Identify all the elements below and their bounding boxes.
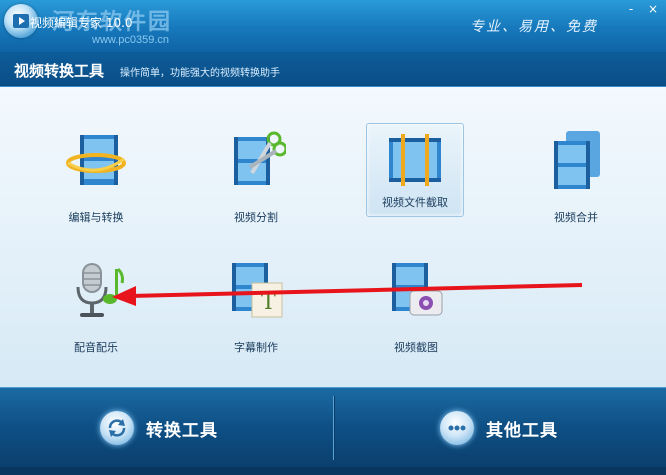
film-scissors-icon <box>234 131 286 185</box>
tool-label: 配音配乐 <box>74 341 118 354</box>
tool-label: 编辑与转换 <box>68 211 124 224</box>
tool-edit-convert[interactable]: 编辑与转换 <box>46 129 146 225</box>
microphone-music-icon <box>76 263 124 317</box>
convert-tools-button[interactable]: 转换工具 <box>100 398 218 458</box>
svg-text:T: T <box>261 290 276 315</box>
tool-label: 视频截图 <box>394 341 438 354</box>
window-controls: - × <box>622 2 662 16</box>
section-header: 视频转换工具 操作简单，功能强大的视频转换助手 <box>0 52 666 87</box>
app-logo-icon <box>13 14 29 28</box>
tool-video-crop[interactable]: 视频文件截取 <box>366 123 464 217</box>
title-bar: 河东软件园 视频编辑专家 10.0 www.pc0359.cn 专业、易用、免费… <box>0 0 666 52</box>
film-text-icon: T <box>232 263 283 318</box>
tool-label: 视频合并 <box>554 211 598 224</box>
tool-label: 视频文件截取 <box>382 196 448 209</box>
refresh-icon <box>100 411 134 445</box>
other-tools-button[interactable]: 其他工具 <box>440 398 558 458</box>
tool-label: 视频分割 <box>234 211 278 224</box>
bottom-divider <box>333 396 334 460</box>
more-icon <box>440 411 474 445</box>
tool-video-merge[interactable]: 视频合并 <box>526 129 626 225</box>
convert-tools-label: 转换工具 <box>146 420 218 441</box>
slogan: 专业、易用、免费 <box>470 19 598 35</box>
film-crop-icon <box>389 134 441 186</box>
tool-video-split[interactable]: 视频分割 <box>206 129 306 225</box>
status-bar <box>0 467 666 475</box>
close-button[interactable]: × <box>644 2 662 16</box>
bottom-bar: 转换工具 其他工具 <box>0 387 666 468</box>
window-title: 视频编辑专家 10.0 <box>30 16 133 30</box>
tool-subtitle[interactable]: T 字幕制作 <box>206 259 306 355</box>
tool-dubbing-music[interactable]: 配音配乐 <box>46 259 146 355</box>
watermark-url: www.pc0359.cn <box>92 34 170 46</box>
section-title: 视频转换工具 <box>14 62 105 80</box>
film-globe-icon <box>66 135 126 185</box>
minimize-button[interactable]: - <box>622 2 640 16</box>
film-camera-icon <box>392 263 443 316</box>
film-merge-icon <box>554 131 600 189</box>
section-description: 操作简单，功能强大的视频转换助手 <box>120 68 280 79</box>
tool-video-screenshot[interactable]: 视频截图 <box>366 259 466 355</box>
tool-label: 字幕制作 <box>234 341 278 354</box>
other-tools-label: 其他工具 <box>486 420 558 441</box>
tool-grid: 编辑与转换 视频分割 视频文件截取 视频合并 配音配乐 T 字幕制作 视频截图 <box>0 87 666 387</box>
